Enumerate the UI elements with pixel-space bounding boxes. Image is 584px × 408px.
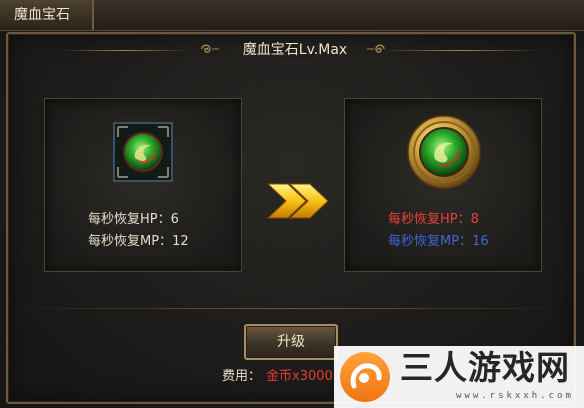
current-gem-card: 每秒恢复HP：6 每秒恢复MP：12 <box>44 98 242 272</box>
next-gem-card: 每秒恢复HP：8 每秒恢复MP：16 <box>344 98 542 272</box>
swirl-ornament-icon <box>367 44 385 53</box>
watermark-title: 三人游戏网 <box>400 348 570 387</box>
current-hp-stat: 每秒恢复HP：6 <box>88 211 179 229</box>
fee-value: 金币x3000 <box>266 369 333 384</box>
current-mp-label: 每秒恢复MP： <box>88 234 173 249</box>
next-mp-stat: 每秒恢复MP：16 <box>388 233 489 251</box>
next-hp-value: 8 <box>470 212 479 227</box>
window-title: 魔血宝石 <box>0 0 94 30</box>
site-watermark: 三人游戏网 www.rskxxh.com <box>334 346 584 408</box>
next-hp-stat: 每秒恢复HP：8 <box>388 211 479 229</box>
upgrade-arrow-icon <box>266 183 329 219</box>
current-mp-stat: 每秒恢复MP：12 <box>88 233 189 251</box>
fee-label: 费用： <box>222 369 262 384</box>
panel-title: 魔血宝石Lv.Max <box>242 42 348 58</box>
upgrade-button[interactable]: 升级 <box>244 324 338 360</box>
current-hp-label: 每秒恢复HP： <box>88 212 171 227</box>
next-hp-label: 每秒恢复HP： <box>388 212 471 227</box>
current-hp-value: 6 <box>170 212 179 227</box>
next-mp-value: 16 <box>472 234 489 249</box>
watermark-logo-icon <box>340 352 390 402</box>
gem-upgrade-window: 魔血宝石 魔血宝石Lv.Max 每秒恢复HP：6 每秒恢复MP：12 每秒恢复H… <box>0 0 584 408</box>
current-mp-value: 12 <box>172 234 189 249</box>
header-line-left <box>60 50 190 51</box>
title-bar: 魔血宝石 <box>0 0 584 31</box>
watermark-url: www.rskxxh.com <box>456 391 574 401</box>
bottom-divider <box>12 308 572 309</box>
green-gem-square-icon[interactable] <box>113 122 173 182</box>
header-line-right <box>380 50 540 51</box>
green-gem-gold-medallion-icon[interactable] <box>401 109 487 195</box>
next-mp-label: 每秒恢复MP： <box>388 234 473 249</box>
